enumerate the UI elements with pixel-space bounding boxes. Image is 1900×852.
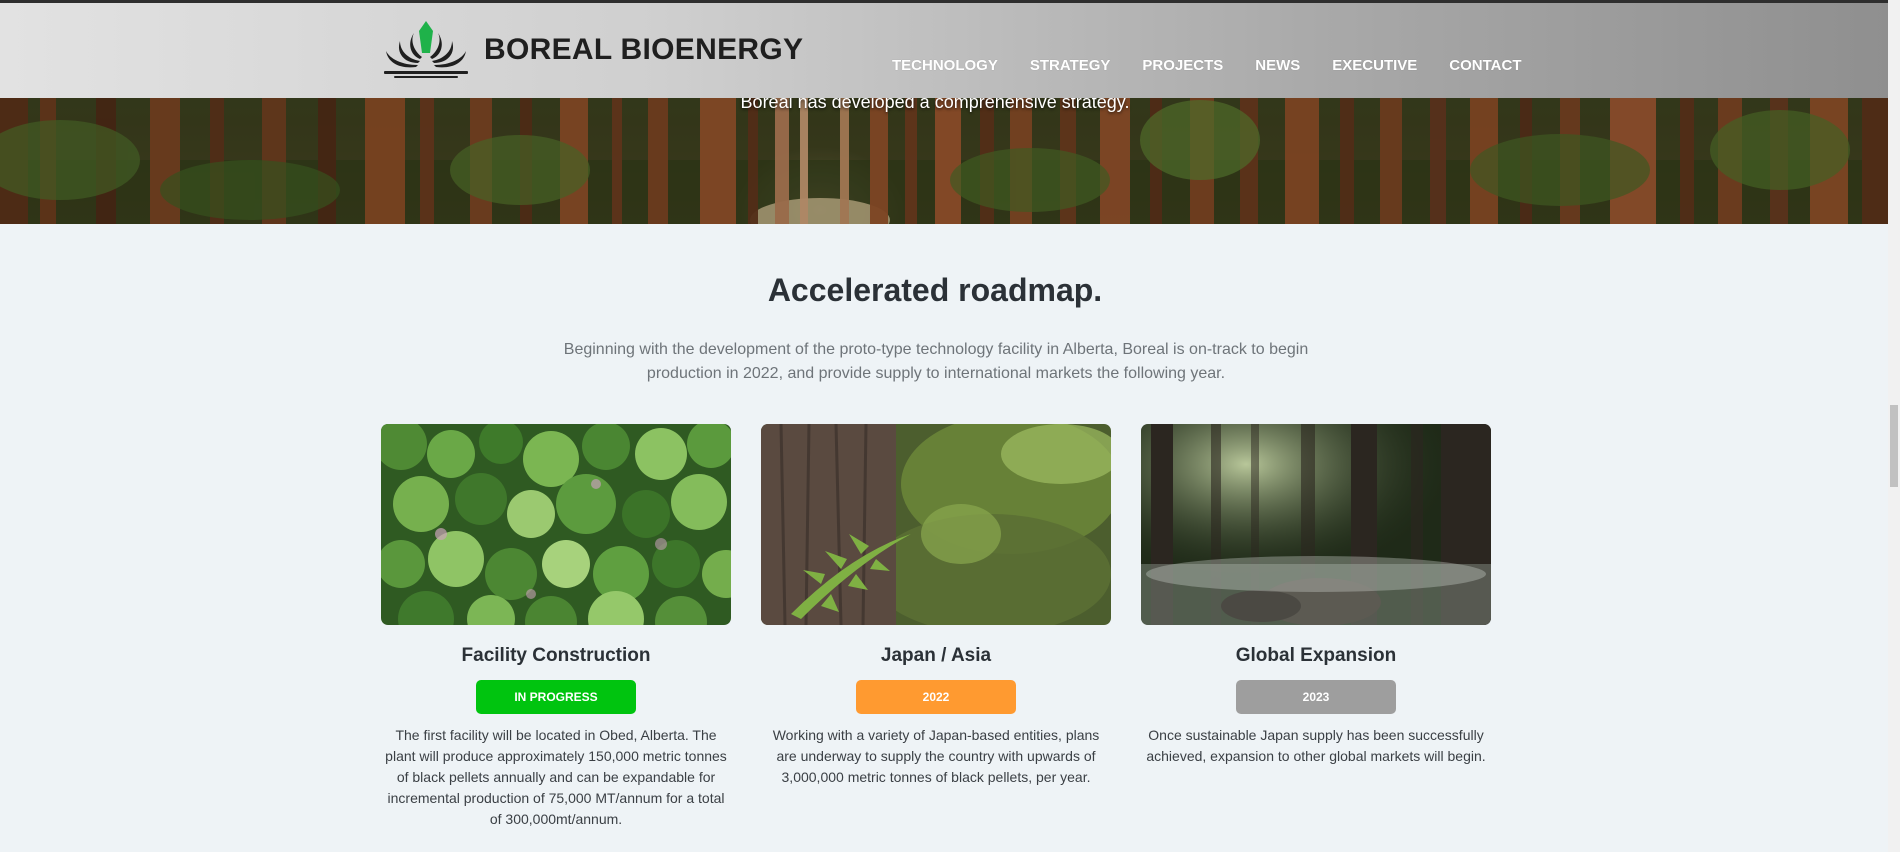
- nav-item-projects[interactable]: PROJECTS: [1142, 57, 1223, 74]
- brand-name: BOREAL BIOENERGY: [484, 33, 804, 66]
- window-top-edge: [0, 0, 1900, 3]
- scrollbar-thumb[interactable]: [1890, 405, 1898, 487]
- roadmap-cards: Facility Construction IN PROGRESS The fi…: [381, 424, 1492, 844]
- status-badge: IN PROGRESS: [476, 680, 636, 714]
- site-logo[interactable]: BOREAL BIOENERGY: [380, 19, 803, 81]
- card-title: Facility Construction: [461, 645, 651, 666]
- section-title: Accelerated roadmap.: [767, 272, 1103, 308]
- boreal-leaf-burst-icon: [384, 21, 468, 78]
- card-description: Working with a variety of Japan-based en…: [772, 727, 1100, 785]
- nav-item-executive[interactable]: EXECUTIVE: [1332, 57, 1417, 74]
- card-description: Once sustainable Japan supply has been s…: [1146, 727, 1486, 764]
- roadmap-card-japan-asia: Japan / Asia 2022 Working with a variety…: [761, 424, 1111, 788]
- section-intro: Beginning with the development of the pr…: [563, 341, 1309, 382]
- main-navigation: TECHNOLOGY STRATEGY PROJECTS NEWS EXECUT…: [892, 57, 1554, 74]
- page-scrollbar[interactable]: [1888, 0, 1900, 852]
- card-image-aerial-forest: [381, 424, 731, 625]
- page: Boreal has developed a comprehensive str…: [0, 0, 1900, 852]
- card-title: Japan / Asia: [880, 645, 992, 666]
- site-header: BOREAL BIOENERGY TECHNOLOGY STRATEGY PRO…: [0, 3, 1888, 98]
- nav-item-strategy[interactable]: STRATEGY: [1030, 57, 1111, 74]
- card-image-fern-trunk: [761, 424, 1111, 625]
- card-image-misty-forest: [1141, 424, 1491, 625]
- card-title: Global Expansion: [1235, 645, 1397, 666]
- roadmap-card-facility: Facility Construction IN PROGRESS The fi…: [381, 424, 731, 830]
- card-description: The first facility will be located in Ob…: [385, 727, 727, 827]
- roadmap-card-global-expansion: Global Expansion 2023 Once sustainable J…: [1141, 424, 1491, 767]
- nav-item-technology[interactable]: TECHNOLOGY: [892, 57, 998, 74]
- nav-item-news[interactable]: NEWS: [1255, 57, 1300, 74]
- status-badge: 2022: [856, 680, 1016, 714]
- nav-item-contact[interactable]: CONTACT: [1449, 57, 1521, 74]
- status-badge: 2023: [1236, 680, 1396, 714]
